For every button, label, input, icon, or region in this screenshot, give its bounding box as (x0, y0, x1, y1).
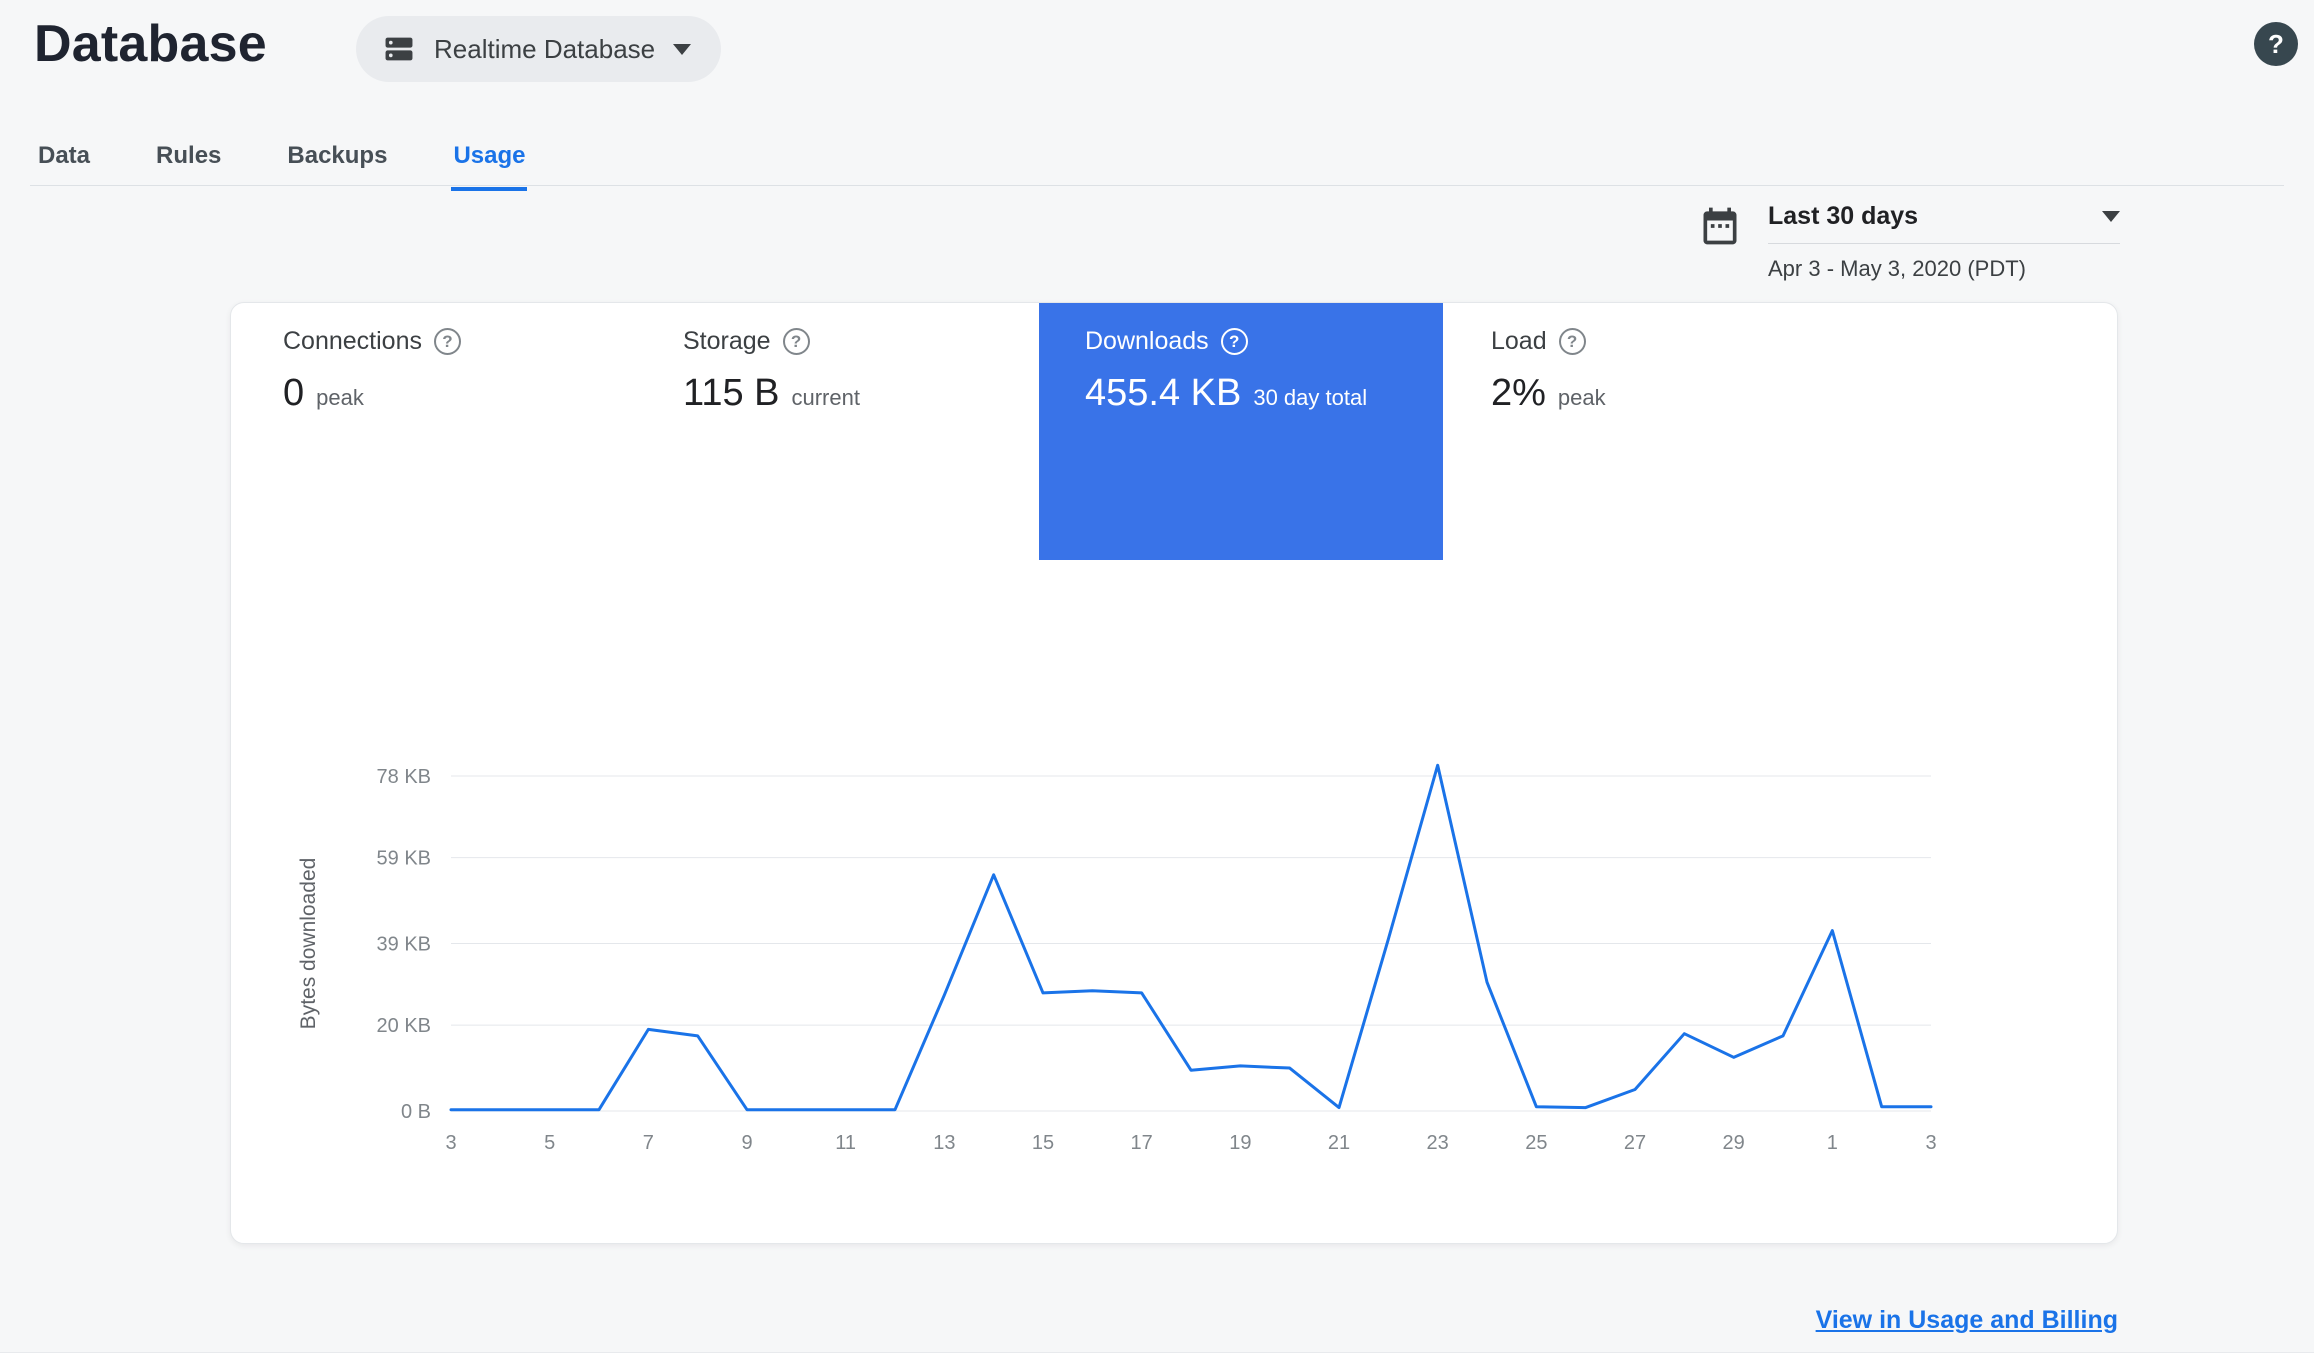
downloads-line (449, 763, 1933, 1112)
x-tick-label: 27 (1624, 1132, 1646, 1154)
help-icon[interactable]: ? (1220, 328, 1248, 355)
calendar-icon (1703, 207, 1737, 245)
x-tick-label: 5 (544, 1132, 555, 1154)
y-tick-label: 39 KB (377, 934, 431, 956)
y-tick-label: 78 KB (377, 766, 431, 788)
x-tick-label: 13 (933, 1132, 955, 1154)
x-tick-label: 17 (1131, 1132, 1153, 1154)
metric-label: Connections (283, 327, 422, 355)
metric-unit: peak (316, 385, 364, 410)
metric-label: Downloads (1085, 327, 1209, 355)
tab-backups[interactable]: Backups (285, 128, 389, 191)
y-axis-label: Bytes downloaded (297, 858, 320, 1030)
date-range-preset-row: Last 30 days (1768, 202, 2120, 244)
x-tick-label: 1 (1827, 1132, 1838, 1154)
usage-card: Connections ? 0 peak Storage ? 115 B cur… (230, 302, 2118, 1244)
metric-value: 0 (283, 372, 305, 414)
metric-label: Storage (683, 327, 771, 355)
metric-unit: 30 day total (1253, 385, 1368, 410)
database-icon (385, 37, 413, 61)
chevron-down-icon (2102, 211, 2120, 222)
metric-unit: current (791, 385, 860, 410)
database-selector[interactable]: Realtime Database (356, 16, 722, 82)
metric-value: 455.4 KB (1085, 372, 1242, 414)
x-tick-label: 19 (1229, 1132, 1251, 1154)
x-tick-label: 23 (1427, 1132, 1449, 1154)
date-range-dates: Apr 3 - May 3, 2020 (PDT) (1768, 256, 2026, 281)
x-tick-label: 9 (741, 1132, 752, 1154)
database-selector-label: Realtime Database (434, 33, 656, 64)
downloads-chart: 0 B20 KB39 KB59 KB78 KB3 5 7 9 11 13 15 17 19 21 2… (297, 763, 1937, 1154)
x-tick-label: 29 (1723, 1132, 1745, 1154)
x-tick-label: 15 (1032, 1132, 1054, 1154)
tabs-divider (30, 185, 2284, 186)
date-range-dropdown: Last 30 days Apr 3 - May 3, 2020 (PDT) (1768, 202, 2120, 282)
x-tick-label: 7 (643, 1132, 654, 1154)
help-button[interactable]: ? (2254, 22, 2298, 66)
x-tick-label: 25 (1525, 1132, 1547, 1154)
tab-data[interactable]: Data (36, 128, 92, 191)
metric-storage[interactable]: Storage ? 115 B current (683, 327, 860, 415)
usage-billing-link[interactable]: View in Usage and Billing (1816, 1306, 2118, 1335)
x-tick-label: 21 (1328, 1132, 1350, 1154)
metric-label: Load (1491, 327, 1547, 355)
metric-downloads-selected[interactable]: Downloads ? 455.4 KB 30 day total (1039, 303, 1443, 560)
help-icon[interactable]: ? (782, 328, 810, 355)
footer-bar (0, 1352, 2314, 1366)
question-mark-icon: ? (2268, 28, 2284, 59)
date-range-picker[interactable]: Last 30 days Apr 3 - May 3, 2020 (PDT) (1698, 202, 2120, 282)
date-range-preset: Last 30 days (1768, 202, 1919, 230)
metric-load[interactable]: Load ? 2% peak (1491, 327, 1606, 415)
metric-value: 2% (1491, 372, 1546, 414)
y-tick-label: 0 B (401, 1101, 431, 1123)
x-tick-label: 11 (835, 1132, 856, 1154)
x-tick-label: 3 (445, 1132, 456, 1154)
help-icon[interactable]: ? (1558, 328, 1586, 355)
x-tick-label: 3 (1925, 1132, 1936, 1154)
database-tabs: Data Rules Backups Usage (36, 128, 528, 191)
page-title: Database (34, 15, 267, 73)
y-tick-label: 59 KB (377, 848, 431, 870)
realtime-database-usage-page: Database Realtime Database ? Data Rules … (0, 0, 2314, 1366)
tab-rules[interactable]: Rules (154, 128, 223, 191)
y-tick-label: 20 KB (377, 1015, 431, 1037)
chevron-down-icon (673, 43, 692, 55)
metric-connections[interactable]: Connections ? 0 peak (283, 327, 461, 415)
help-icon[interactable]: ? (433, 328, 461, 355)
metric-unit: peak (1557, 385, 1606, 410)
tab-usage[interactable]: Usage (451, 128, 528, 191)
metric-value: 115 B (683, 372, 780, 414)
